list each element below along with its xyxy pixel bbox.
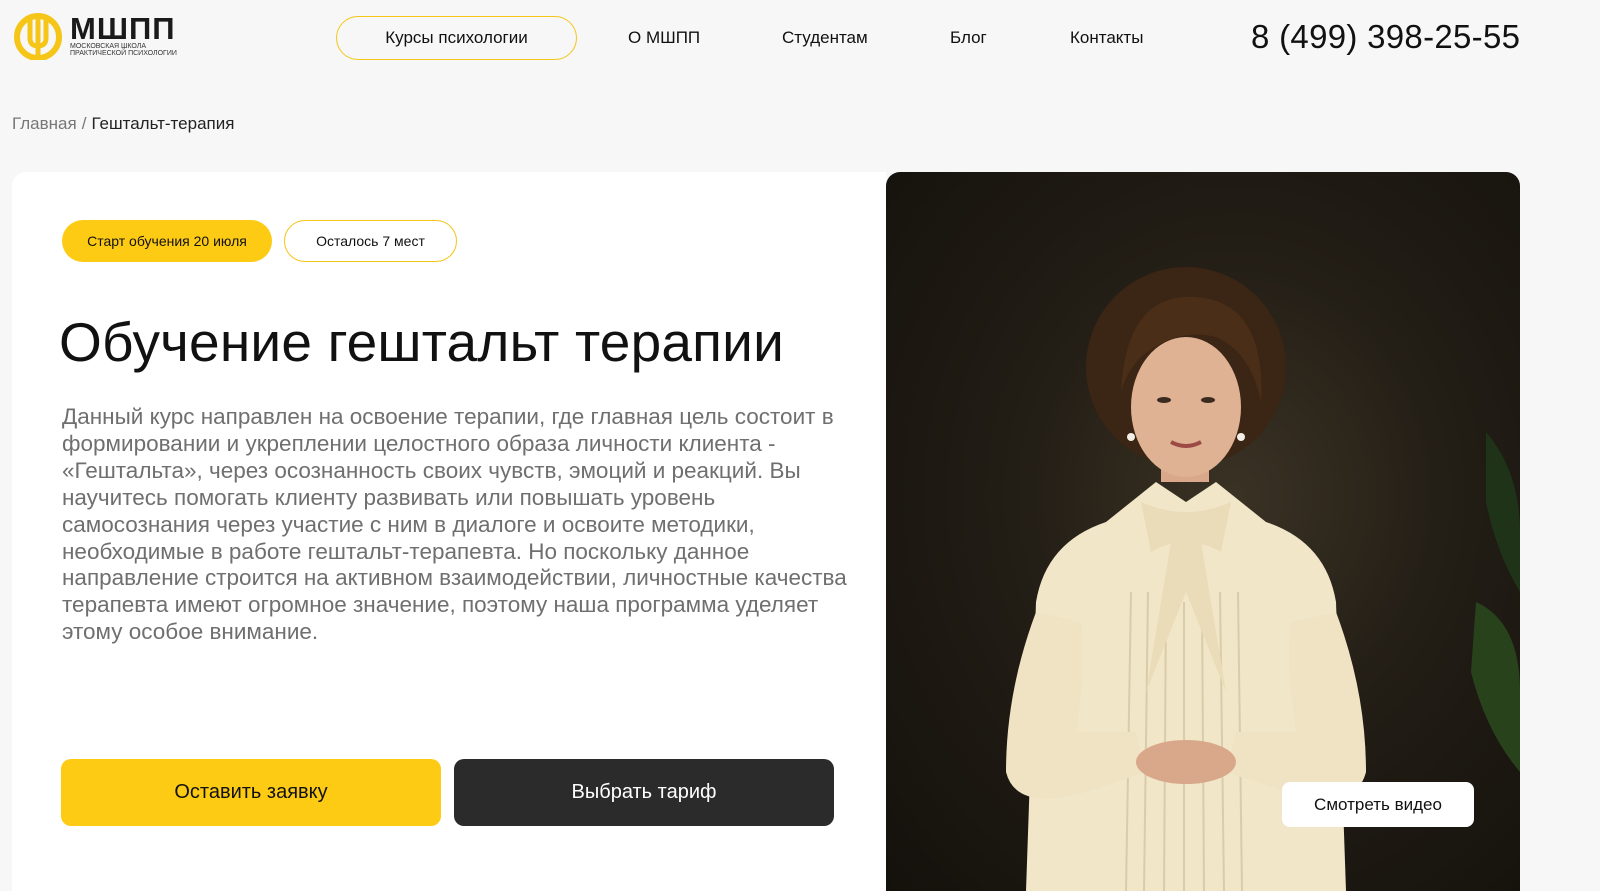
course-hero-card: Старт обучения 20 июля Осталось 7 мест О… <box>12 172 886 891</box>
nav-contacts-link[interactable]: Контакты <box>1070 28 1143 48</box>
breadcrumb-current: Гештальт-терапия <box>91 114 235 133</box>
logo-text: МШПП Московская школа практической психо… <box>70 10 190 58</box>
seats-left-badge: Осталось 7 мест <box>284 220 457 262</box>
apply-button[interactable]: Оставить заявку <box>61 759 441 826</box>
video-preview[interactable]: Смотреть видео <box>886 172 1520 891</box>
page-title: Обучение гештальт терапии <box>59 311 784 373</box>
logo-name: МШПП <box>70 10 176 46</box>
site-header: МШПП Московская школа практической психо… <box>0 0 1600 80</box>
site-logo[interactable]: МШПП Московская школа практической психо… <box>12 12 190 60</box>
start-date-badge: Старт обучения 20 июля <box>62 220 272 262</box>
watch-video-button[interactable]: Смотреть видео <box>1282 782 1474 827</box>
nav-courses-button[interactable]: Курсы психологии <box>336 16 577 60</box>
breadcrumb-home-link[interactable]: Главная <box>12 114 77 133</box>
nav-students-link[interactable]: Студентам <box>782 28 868 48</box>
nav-about-link[interactable]: О МШПП <box>628 28 700 48</box>
course-description: Данный курс направлен на освоение терапи… <box>62 404 847 645</box>
nav-blog-link[interactable]: Блог <box>950 28 987 48</box>
breadcrumb: Главная / Гештальт-терапия <box>12 114 234 134</box>
logo-subtitle: Московская школа практической психологии <box>70 42 177 58</box>
logo-emblem-icon <box>14 13 62 60</box>
phone-number-link[interactable]: 8 (499) 398-25-55 <box>1251 18 1520 56</box>
choose-tariff-button[interactable]: Выбрать тариф <box>454 759 834 826</box>
breadcrumb-separator: / <box>81 114 87 133</box>
